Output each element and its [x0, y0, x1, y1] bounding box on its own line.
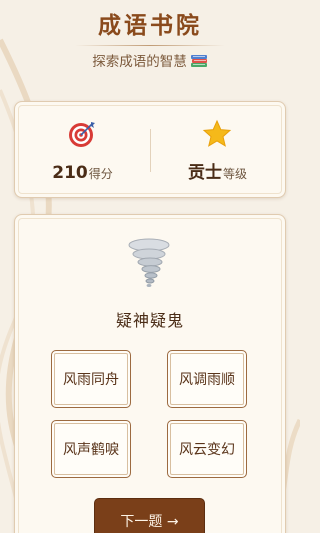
page-title: 成语书院: [98, 13, 202, 39]
rank-line: 贡士等级: [150, 162, 285, 185]
header: 成语书院 探索成语的智慧: [0, 10, 300, 71]
stats-card: 210得分 贡士等级: [14, 101, 286, 198]
title-divider: [75, 45, 225, 46]
answer-option-4[interactable]: 风云变幻: [167, 420, 247, 478]
rank-label: 等级: [222, 167, 247, 181]
score-label: 得分: [88, 167, 113, 181]
answer-option-2[interactable]: 风调雨顺: [167, 350, 247, 408]
books-icon: [190, 55, 207, 67]
tornado-icon: [128, 238, 170, 287]
rank-stat: 贡士等级: [150, 102, 285, 199]
score-value: 210: [52, 163, 88, 183]
star-icon: [202, 119, 232, 147]
page-subtitle: 探索成语的智慧: [0, 53, 300, 71]
score-stat: 210得分: [15, 102, 150, 199]
answer-option-3[interactable]: 风声鹤唳: [51, 420, 131, 478]
idiom-question: 疑神疑鬼: [115, 311, 184, 330]
quiz-card: 疑神疑鬼 风雨同舟 风调雨顺 风声鹤唳 风云变幻 下一题 →: [14, 214, 286, 533]
next-question-button[interactable]: 下一题 →: [94, 498, 205, 533]
rank-value: 贡士: [187, 163, 222, 183]
target-icon: [69, 122, 95, 147]
score-line: 210得分: [15, 162, 150, 185]
answer-option-1[interactable]: 风雨同舟: [51, 350, 131, 408]
subtitle-text: 探索成语的智慧: [92, 54, 187, 70]
